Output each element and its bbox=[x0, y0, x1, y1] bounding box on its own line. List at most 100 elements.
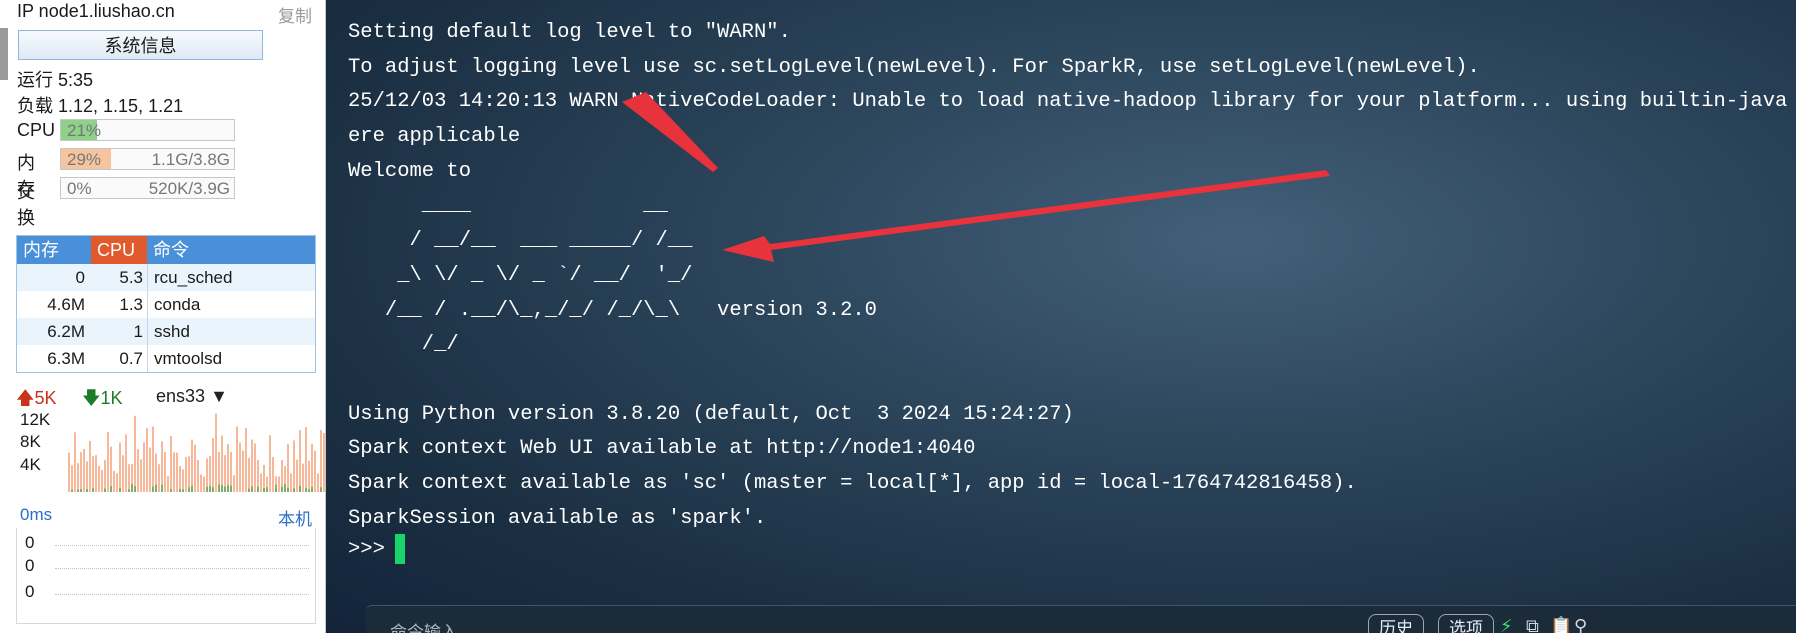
network-interface-name: ens33 bbox=[156, 386, 206, 406]
traffic-bar bbox=[158, 464, 160, 492]
traffic-bar bbox=[203, 476, 205, 492]
traffic-bar bbox=[140, 459, 142, 492]
traffic-bar bbox=[248, 457, 250, 492]
traffic-bar bbox=[119, 442, 121, 492]
memory-meter: 29% 1.1G/3.8G bbox=[60, 148, 235, 170]
terminal-line: Spark context available as 'sc' (master … bbox=[348, 471, 1357, 495]
traffic-bar-download bbox=[266, 487, 268, 492]
traffic-bar bbox=[164, 452, 166, 492]
system-info-button[interactable]: 系统信息 bbox=[18, 30, 263, 60]
traffic-bar-download bbox=[248, 488, 250, 492]
traffic-bar bbox=[254, 443, 256, 492]
traffic-bar bbox=[263, 464, 265, 492]
traffic-bar-download bbox=[275, 484, 277, 492]
traffic-bar bbox=[224, 455, 226, 492]
traffic-bar-download bbox=[293, 488, 295, 492]
process-command: vmtoolsd bbox=[147, 345, 315, 372]
terminal-line: 25/12/03 14:20:13 WARN NativeCodeLoader:… bbox=[348, 90, 1796, 114]
traffic-bar-download bbox=[212, 487, 214, 492]
ping-value: 0 bbox=[25, 533, 35, 552]
spark-logo-line: /__ / .__/\_,_/_/ /_/\_\ version 3.2.0 bbox=[348, 298, 877, 322]
lightning-icon[interactable]: ⚡ bbox=[1500, 616, 1513, 633]
traffic-bar-download bbox=[224, 486, 226, 492]
sort-by-command-header[interactable]: 命令 bbox=[147, 236, 315, 264]
chart-tick-label: 8K bbox=[20, 432, 41, 451]
monitor-sidebar: IP node1.liushao.cn 复制 系统信息 运行 5:35 负载 1… bbox=[0, 0, 331, 633]
memory-value: 1.1G/3.8G bbox=[151, 150, 230, 169]
traffic-bar-download bbox=[284, 484, 286, 492]
sort-by-cpu-header[interactable]: CPU bbox=[91, 236, 147, 264]
copy-icon[interactable]: ⧉ bbox=[1526, 616, 1539, 633]
search-icon[interactable]: ⚲ bbox=[1574, 616, 1587, 633]
python-prompt: >>> bbox=[348, 538, 385, 561]
terminal-panel[interactable]: Setting default log level to "WARN". To … bbox=[326, 0, 1796, 633]
ping-target-link[interactable]: 本机 bbox=[278, 505, 312, 530]
traffic-bar bbox=[92, 456, 94, 492]
traffic-bar bbox=[137, 449, 139, 492]
traffic-bar bbox=[308, 460, 310, 492]
traffic-bar-download bbox=[281, 487, 283, 492]
traffic-bar bbox=[302, 463, 304, 492]
swap-label: 交换 bbox=[17, 182, 35, 228]
traffic-bar bbox=[125, 434, 127, 492]
ping-gridline bbox=[55, 594, 309, 595]
network-speed-row: 🡅5K 🡇1K ens33 ▼ bbox=[16, 386, 316, 410]
traffic-bar-download bbox=[305, 487, 307, 492]
network-interface-select[interactable]: ens33 ▼ bbox=[156, 386, 228, 407]
process-memory: 4.6M bbox=[47, 295, 85, 314]
arrow-up-icon: 🡅 bbox=[16, 388, 35, 408]
traffic-bar-download bbox=[263, 488, 265, 492]
traffic-bar-download bbox=[227, 485, 229, 492]
sort-by-memory-header[interactable]: 内存 bbox=[17, 236, 91, 264]
traffic-bar-download bbox=[287, 487, 289, 492]
spark-logo-line: _\ \/ _ \/ _ `/ __/ '_/ bbox=[348, 263, 693, 287]
ping-value: 0 bbox=[25, 582, 35, 601]
cpu-label: CPU bbox=[17, 120, 56, 140]
traffic-bar-download bbox=[131, 484, 133, 492]
process-cpu: 5.3 bbox=[119, 268, 143, 287]
traffic-bar bbox=[173, 452, 175, 492]
traffic-bar bbox=[86, 461, 88, 492]
traffic-bar bbox=[251, 439, 253, 492]
traffic-bar-download bbox=[206, 486, 208, 492]
traffic-bar bbox=[215, 413, 217, 492]
traffic-bar-download bbox=[71, 489, 73, 492]
text-cursor bbox=[394, 533, 405, 564]
traffic-bar bbox=[320, 430, 322, 492]
traffic-bar bbox=[167, 476, 169, 492]
traffic-bar-download bbox=[128, 489, 130, 492]
copy-ip-link[interactable]: 复制 bbox=[278, 2, 312, 27]
traffic-bar bbox=[293, 440, 295, 492]
network-traffic-chart: 12K 8K 4K bbox=[16, 410, 331, 492]
traffic-bar bbox=[101, 470, 103, 492]
process-cpu: 1.3 bbox=[119, 295, 143, 314]
ping-gridline bbox=[55, 568, 309, 569]
download-speed-value: 1K bbox=[100, 388, 123, 408]
terminal-line: Welcome to bbox=[348, 159, 472, 183]
table-row[interactable]: 4.6M 1.3 conda bbox=[17, 291, 315, 318]
history-button[interactable]: 历史 bbox=[1368, 614, 1424, 633]
traffic-bar bbox=[170, 436, 172, 492]
traffic-bar-download bbox=[86, 489, 88, 492]
options-button[interactable]: 选项 bbox=[1438, 614, 1494, 633]
traffic-bar bbox=[188, 456, 190, 492]
traffic-bar bbox=[311, 443, 313, 492]
table-row[interactable]: 0 5.3 rcu_sched bbox=[17, 264, 315, 291]
network-traffic-bars bbox=[68, 413, 331, 492]
traffic-bar bbox=[68, 452, 70, 492]
traffic-bar-download bbox=[209, 486, 211, 492]
process-table-header: 内存 CPU 命令 bbox=[17, 236, 315, 264]
command-input[interactable]: 命令输入 bbox=[390, 618, 458, 633]
table-row[interactable]: 6.2M 1 sshd bbox=[17, 318, 315, 345]
traffic-bar-download bbox=[191, 485, 193, 492]
ping-chart: 0 0 0 bbox=[16, 528, 316, 624]
process-cpu: 1 bbox=[133, 322, 143, 341]
sidebar-scroll-indicator[interactable] bbox=[0, 28, 8, 80]
ping-gridline bbox=[55, 545, 309, 546]
traffic-bar bbox=[77, 463, 79, 492]
terminal-prompt-line[interactable]: >>> bbox=[348, 533, 405, 567]
traffic-bar bbox=[212, 438, 214, 492]
table-row[interactable]: 6.3M 0.7 vmtoolsd bbox=[17, 345, 315, 372]
ping-value: 0 bbox=[25, 556, 35, 575]
paste-icon[interactable]: 📋 bbox=[1550, 616, 1572, 633]
